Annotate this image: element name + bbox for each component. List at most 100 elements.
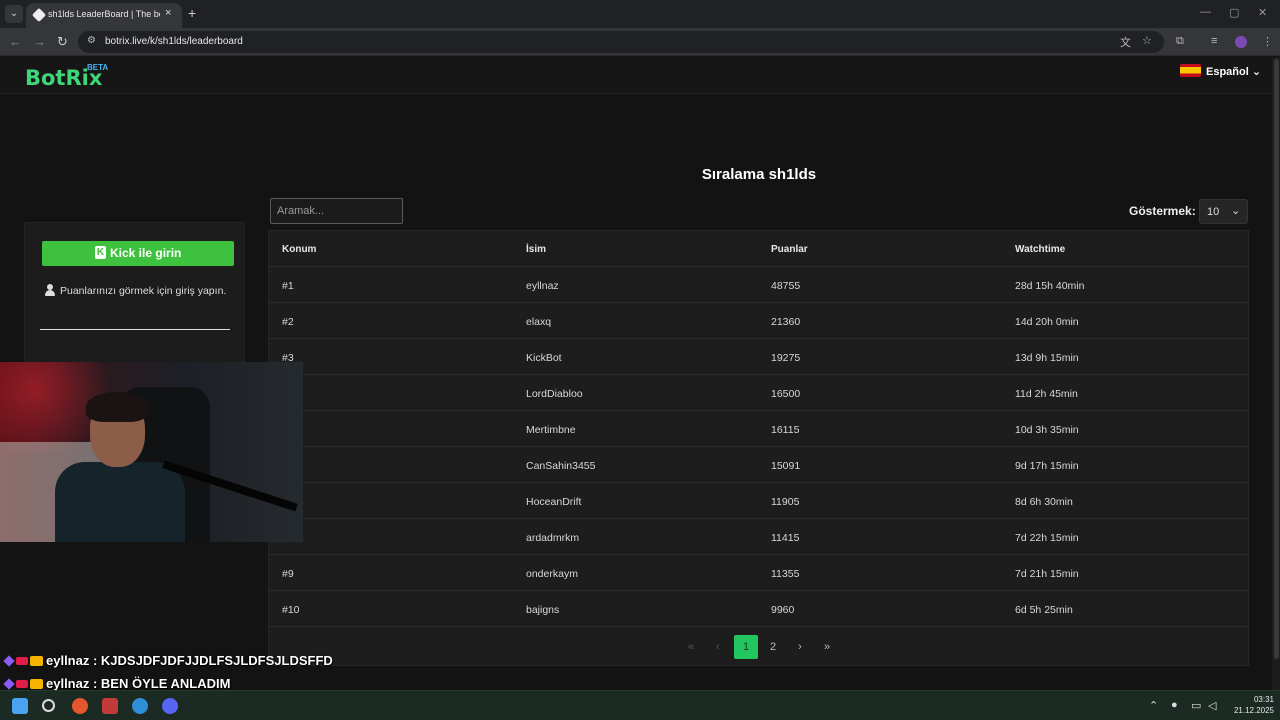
table-header: Konum İsim Puanlar Watchtime bbox=[269, 231, 1248, 267]
app-icon[interactable] bbox=[132, 698, 148, 714]
points-cell: 16500 bbox=[771, 388, 801, 400]
points-cell: 19275 bbox=[771, 352, 801, 364]
network-icon[interactable]: ▭ bbox=[1191, 699, 1201, 712]
kick-logo-icon: K bbox=[95, 246, 106, 259]
browser-tab-strip: ⌄ sh1lds LeaderBoard | The best C × + — … bbox=[0, 0, 1280, 28]
table-row: #9 onderkaym 11355 7d 21h 15min bbox=[269, 555, 1248, 591]
search-icon[interactable] bbox=[42, 699, 55, 712]
back-arrow-icon[interactable]: ← bbox=[9, 34, 22, 49]
search-input[interactable] bbox=[270, 198, 403, 224]
clock-date: 21.12.2025 bbox=[1233, 706, 1274, 715]
reading-list-icon[interactable]: ≡ bbox=[1211, 35, 1217, 47]
subscriber-badge-icon bbox=[3, 655, 15, 667]
rank-cell: #9 bbox=[282, 568, 294, 580]
column-header-points[interactable]: Puanlar bbox=[771, 244, 808, 255]
url-text: botrix.live/k/sh1lds/leaderboard bbox=[105, 36, 243, 47]
watchtime-cell: 10d 3h 35min bbox=[1015, 424, 1079, 436]
volume-icon[interactable]: ◁ bbox=[1208, 699, 1216, 712]
badge-icon bbox=[16, 657, 28, 665]
beta-badge: BETA bbox=[87, 63, 109, 72]
restore-icon[interactable]: ▢ bbox=[1229, 6, 1239, 19]
points-cell: 11355 bbox=[771, 568, 800, 580]
watchtime-cell: 9d 17h 15min bbox=[1015, 460, 1079, 472]
prev-page-icon[interactable]: ‹ bbox=[706, 635, 730, 659]
browser-toolbar: ← → ↻ ⚙ botrix.live/k/sh1lds/leaderboard… bbox=[0, 28, 1280, 56]
clock-time: 03:31 bbox=[1253, 695, 1274, 704]
name-cell: ardadmrkm bbox=[526, 532, 580, 544]
taskbar: ⌃ ● ▭ ◁ 03:31 21.12.2025 bbox=[0, 690, 1280, 720]
page-title: Sıralama sh1lds bbox=[701, 166, 817, 183]
chevron-up-icon[interactable]: ⌃ bbox=[1149, 699, 1158, 712]
close-tab-icon[interactable]: × bbox=[165, 7, 171, 19]
column-header-watchtime[interactable]: Watchtime bbox=[1015, 244, 1065, 255]
site-info-icon[interactable]: ⚙ bbox=[87, 35, 96, 46]
microphone-icon[interactable]: ● bbox=[1171, 699, 1178, 711]
bookmark-star-icon[interactable]: ☆ bbox=[1142, 34, 1152, 47]
watchtime-cell: 11d 2h 45min bbox=[1015, 388, 1078, 400]
chat-text: eyllnaz : BEN ÖYLE ANLADIM bbox=[46, 676, 231, 691]
tab-search-chevron-icon[interactable]: ⌄ bbox=[5, 5, 23, 23]
kick-login-label: Kick ile girin bbox=[110, 246, 182, 260]
show-count-select[interactable]: 10 ⌄ bbox=[1199, 199, 1248, 224]
column-header-rank[interactable]: Konum bbox=[282, 244, 316, 255]
rank-cell: #10 bbox=[282, 604, 300, 616]
scrollbar-thumb[interactable] bbox=[1274, 59, 1279, 659]
kick-login-button[interactable]: K Kick ile girin bbox=[42, 241, 234, 266]
table-row: #3 KickBot 19275 13d 9h 15min bbox=[269, 339, 1248, 375]
minimize-icon[interactable]: — bbox=[1200, 6, 1211, 18]
app-icon[interactable] bbox=[102, 698, 118, 714]
reload-icon[interactable]: ↻ bbox=[57, 34, 68, 50]
name-cell: Mertimbne bbox=[526, 424, 576, 436]
table-row: HoceanDrift 11905 8d 6h 30min bbox=[269, 483, 1248, 519]
clock[interactable]: 03:31 21.12.2025 bbox=[1228, 694, 1274, 716]
discord-icon[interactable] bbox=[162, 698, 178, 714]
rank-cell: #2 bbox=[282, 316, 294, 328]
pagination: « ‹ 1 2 › » bbox=[269, 633, 1248, 659]
points-cell: 9960 bbox=[771, 604, 795, 616]
extensions-icon[interactable]: ⧉ bbox=[1176, 35, 1184, 48]
profile-avatar[interactable] bbox=[1235, 36, 1247, 48]
forward-arrow-icon[interactable]: → bbox=[33, 34, 46, 49]
login-card: K Kick ile girin Puanlarınızı görmek içi… bbox=[24, 222, 245, 367]
language-label: Español ⌄ bbox=[1206, 66, 1262, 78]
show-count-label: Göstermek: bbox=[1129, 204, 1196, 218]
rank-cell: #1 bbox=[282, 280, 294, 292]
watchtime-cell: 6d 5h 25min bbox=[1015, 604, 1073, 616]
last-page-icon[interactable]: » bbox=[815, 635, 839, 659]
new-tab-plus-icon[interactable]: + bbox=[188, 5, 196, 21]
crown-badge-icon bbox=[30, 656, 43, 666]
address-bar[interactable]: ⚙ botrix.live/k/sh1lds/leaderboard 文 ☆ bbox=[78, 31, 1164, 53]
app-icon[interactable] bbox=[72, 698, 88, 714]
name-cell: HoceanDrift bbox=[526, 496, 582, 508]
divider bbox=[40, 329, 230, 330]
watchtime-cell: 7d 21h 15min bbox=[1015, 568, 1079, 580]
translate-icon[interactable]: 文 bbox=[1120, 34, 1131, 50]
watchtime-cell: 28d 15h 40min bbox=[1015, 280, 1085, 292]
column-header-name[interactable]: İsim bbox=[526, 244, 546, 255]
webcam-overlay bbox=[0, 362, 303, 542]
points-cell: 21360 bbox=[771, 316, 801, 328]
kebab-menu-icon[interactable]: ⋮ bbox=[1262, 35, 1273, 48]
table-row: Mertimbne 16115 10d 3h 35min bbox=[269, 411, 1248, 447]
points-cell: 11905 bbox=[771, 496, 800, 508]
table-row: #1 eyllnaz 48755 28d 15h 40min bbox=[269, 267, 1248, 303]
name-cell: eyllnaz bbox=[526, 280, 559, 292]
chat-text: eyllnaz : KJDSJDFJDFJJDLFSJLDFSJLDSFFD bbox=[46, 653, 333, 668]
page-1-button[interactable]: 1 bbox=[734, 635, 758, 659]
start-icon[interactable] bbox=[12, 698, 28, 714]
close-window-icon[interactable]: ✕ bbox=[1258, 6, 1267, 19]
page-2-button[interactable]: 2 bbox=[761, 635, 785, 659]
chevron-down-icon: ⌄ bbox=[1231, 205, 1241, 217]
spain-flag-icon bbox=[1180, 64, 1201, 77]
points-cell: 48755 bbox=[771, 280, 801, 292]
browser-tab[interactable]: sh1lds LeaderBoard | The best C × bbox=[26, 3, 182, 28]
badge-icon bbox=[16, 680, 28, 688]
table-row: #10 bajigns 9960 6d 5h 25min bbox=[269, 591, 1248, 627]
first-page-icon[interactable]: « bbox=[679, 635, 703, 659]
subscriber-badge-icon bbox=[3, 678, 15, 690]
points-cell: 16115 bbox=[771, 424, 800, 436]
next-page-icon[interactable]: › bbox=[788, 635, 812, 659]
name-cell: bajigns bbox=[526, 604, 560, 616]
table-row: ardadmrkm 11415 7d 22h 15min bbox=[269, 519, 1248, 555]
name-cell: LordDiabloo bbox=[526, 388, 583, 400]
